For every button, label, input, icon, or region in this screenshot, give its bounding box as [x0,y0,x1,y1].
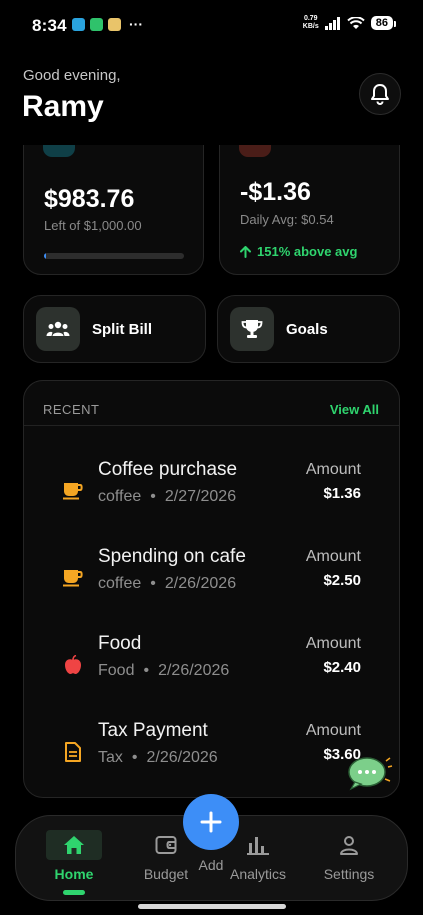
chat-icon [348,757,393,791]
active-tab-indicator [63,890,85,895]
transaction-meta: Food • 2/26/2026 [98,662,229,680]
add-label: Add [198,857,224,873]
amount-label: Amount [305,461,361,478]
user-name: Ramy [22,90,104,123]
network-speed: 0.79 KB/s [302,15,319,30]
trend-text: 151% above avg [257,244,358,259]
nav-home-label: Home [54,866,94,882]
bell-icon [371,84,389,105]
view-all-link[interactable]: View All [330,402,379,417]
recent-transactions-panel: RECENT View All Coffee purchase coffee • 2… [23,380,400,798]
today-spend-amount: -$1.36 [240,178,311,206]
system-status-icons: 0.79 KB/s 86 [302,15,397,31]
notifications-button[interactable] [359,73,401,115]
home-gesture-bar[interactable] [138,904,286,909]
transaction-date: 2/26/2026 [158,662,230,679]
group-icon [36,307,80,351]
transaction-row[interactable]: Spending on cafe coffee • 2/26/2026 Amount… [24,546,399,633]
separator-dot: • [150,575,156,592]
transaction-meta: coffee • 2/27/2026 [98,488,236,506]
budget-progress-fill [44,253,47,259]
transaction-category: coffee [98,575,142,592]
daily-average-label: Daily Avg: $0.54 [240,212,334,227]
transaction-title: Tax Payment [98,720,208,741]
separator-dot: • [143,662,150,679]
split-bill-button[interactable]: Split Bill [23,295,206,363]
transaction-meta: Tax • 2/26/2026 [98,749,218,767]
coffee-cup-icon [63,481,83,501]
arrow-up-icon [240,245,251,258]
budget-total-label: Left of $1,000.00 [44,218,142,233]
transaction-category: Tax [98,749,123,766]
notification-icons: ··· [72,16,143,32]
nav-settings-label: Settings [323,866,375,882]
budget-progress-bar [44,253,184,259]
transaction-amount: $2.50 [323,572,361,589]
transaction-row[interactable]: Coffee purchase coffee • 2/27/2026 Amount … [24,459,399,546]
transaction-title: Coffee purchase [98,459,238,480]
wallet-icon [151,832,181,858]
person-icon [334,832,364,858]
transaction-row[interactable]: Food Food • 2/26/2026 Amount $2.40 [24,633,399,720]
split-bill-label: Split Bill [92,320,152,338]
divider [24,425,399,426]
transaction-title: Spending on cafe [98,546,246,567]
transaction-title: Food [98,633,142,654]
home-icon [46,830,102,860]
apple-icon [63,655,83,675]
trophy-icon [230,307,274,351]
transaction-row[interactable]: Tax Payment Tax • 2/26/2026 Amount $3.60 [24,720,399,797]
amount-label: Amount [305,635,361,652]
transaction-amount: $1.36 [323,485,361,502]
transaction-date: 2/26/2026 [164,575,237,592]
coffee-cup-icon [63,568,83,588]
goals-button[interactable]: Goals [217,295,400,363]
separator-dot: • [131,749,138,766]
app-header: Good evening, Ramy [0,50,423,145]
nav-home[interactable]: Home [34,816,114,902]
plus-icon [200,811,222,833]
transaction-amount: $2.40 [323,659,361,676]
more-notifications-icon: ··· [129,16,143,32]
add-transaction-button[interactable] [183,794,239,850]
wifi-icon [347,16,365,29]
goals-label: Goals [286,320,328,338]
signal-icon [324,16,340,30]
battery-indicator: 86 [370,16,397,30]
nav-settings[interactable]: Settings [309,816,389,902]
amount-label: Amount [305,722,361,739]
status-bar: 8:34 ··· 0.79 KB/s 86 [0,0,423,50]
telegram-icon [72,18,85,31]
bar-chart-icon [243,832,273,858]
face-emoji-icon [108,18,121,31]
status-time: 8:34 [32,16,67,35]
transaction-category: coffee [98,488,142,505]
document-icon [63,742,83,762]
messages-icon [90,18,103,31]
budget-remaining-amount: $983.76 [44,185,135,213]
trend-indicator: 151% above avg [240,244,357,259]
transaction-date: 2/27/2026 [164,488,237,505]
chat-bubble-button[interactable] [345,755,393,793]
transaction-date: 2/26/2026 [146,749,218,766]
greeting: Good evening, [23,67,121,84]
transaction-category: Food [98,662,135,679]
amount-label: Amount [305,548,361,565]
separator-dot: • [150,488,156,505]
transaction-meta: coffee • 2/26/2026 [98,575,236,593]
recent-section-title: RECENT [43,402,100,417]
